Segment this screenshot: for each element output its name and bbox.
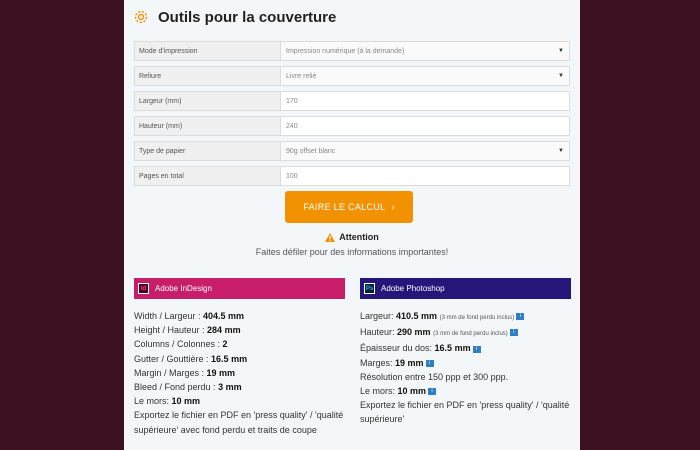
export-instructions: Exportez le fichier en PDF en 'press qua…: [360, 400, 570, 425]
form-label: Hauteur (mm): [135, 117, 281, 135]
form-row-print-mode: Mode d'impression Impression numérique (…: [134, 41, 570, 61]
spec-line: Résolution entre 150 ppp et 300 ppp.: [360, 370, 571, 384]
form-label: Pages en total: [135, 167, 281, 185]
spec-line: Épaisseur du dos: 16.5 mm i: [360, 341, 571, 355]
spec-line: Le mors: 10 mm i: [360, 384, 571, 398]
spec-line: Margin / Marges : 19 mm: [134, 366, 345, 380]
cover-tools-panel: Outils pour la couverture Mode d'impress…: [124, 0, 580, 450]
indesign-icon: Id: [138, 283, 149, 294]
export-instructions: Exportez le fichier en PDF en 'press qua…: [134, 410, 344, 435]
spec-line: Width / Largeur : 404.5 mm: [134, 309, 345, 323]
info-icon[interactable]: i: [516, 313, 525, 321]
spec-label: Height / Hauteur :: [134, 325, 208, 336]
form-row-pages: Pages en total 100: [134, 166, 570, 186]
spec-label: Largeur:: [360, 311, 397, 321]
print-mode-select[interactable]: Impression numérique (à la demande) ▼: [281, 42, 569, 60]
spec-label: Épaisseur du dos:: [360, 343, 435, 354]
form-label: Mode d'impression: [135, 42, 281, 60]
indesign-card-header: Id Adobe InDesign: [134, 278, 345, 299]
spec-note: (3 mm de fond perdu inclus): [439, 315, 515, 321]
form-label: Type de papier: [135, 142, 281, 160]
photoshop-card-header: Ps Adobe Photoshop: [360, 278, 571, 299]
select-value: 90g offset blanc: [286, 147, 336, 155]
spec-line: Bleed / Fond perdu : 3 mm: [134, 380, 345, 394]
warning-icon: [325, 232, 336, 242]
info-icon[interactable]: i: [428, 388, 437, 396]
spec-line: Gutter / Gouttière : 16.5 mm: [134, 352, 345, 366]
caret-down-icon: ▼: [558, 148, 564, 154]
form-label: Reliure: [135, 67, 281, 85]
caret-down-icon: ▼: [558, 73, 564, 79]
warning-title: Attention: [339, 232, 379, 242]
photoshop-title: Adobe Photoshop: [381, 284, 445, 293]
spec-value: 10 mm: [171, 396, 201, 407]
spec-value: 16.5 mm: [434, 343, 471, 354]
cover-form: Mode d'impression Impression numérique (…: [134, 41, 570, 191]
spec-value: 284 mm: [207, 325, 241, 336]
spec-value: 410.5 mm: [396, 311, 438, 321]
spec-value: 2: [222, 339, 228, 350]
form-row-paper-type: Type de papier 90g offset blanc ▼: [134, 141, 570, 161]
spec-line: Height / Hauteur : 284 mm: [134, 323, 345, 337]
binding-select[interactable]: Livre relié ▼: [281, 67, 569, 85]
spec-label: Hauteur:: [360, 327, 398, 338]
info-icon[interactable]: i: [425, 359, 434, 367]
spec-label: Margin / Marges :: [134, 367, 207, 378]
spec-label: Marges:: [360, 357, 396, 368]
spec-line: Le mors: 10 mm: [134, 394, 345, 408]
spec-value: 404.5 mm: [203, 311, 245, 321]
indesign-title: Adobe InDesign: [155, 284, 212, 293]
chevron-right-icon: ›: [391, 202, 395, 212]
caret-down-icon: ▼: [558, 48, 564, 54]
spec-label: Gutter / Gouttière :: [134, 353, 212, 364]
indesign-card: Id Adobe InDesign Width / Largeur : 404.…: [134, 278, 345, 437]
info-icon[interactable]: i: [509, 329, 518, 337]
header: Outils pour la couverture: [132, 8, 336, 26]
warning-text: Faites défiler pour des informations imp…: [255, 247, 449, 257]
gear-icon: [132, 8, 150, 26]
paper-type-select[interactable]: 90g offset blanc ▼: [281, 142, 569, 160]
spec-label: Le mors:: [360, 386, 398, 397]
page-title: Outils pour la couverture: [158, 8, 337, 26]
spec-line: Hauteur: 290 mm (3 mm de fond perdu incl…: [360, 325, 571, 341]
select-value: Livre relié: [286, 72, 317, 80]
photoshop-card: Ps Adobe Photoshop Largeur: 410.5 mm (3 …: [360, 278, 571, 427]
form-row-height: Hauteur (mm) 240: [134, 116, 570, 136]
spec-label: Columns / Colonnes :: [134, 339, 223, 350]
spec-value: 19 mm: [206, 367, 236, 378]
select-value: Impression numérique (à la demande): [286, 47, 405, 55]
spec-value: 10 mm: [397, 386, 427, 397]
form-row-width: Largeur (mm) 170: [134, 91, 570, 111]
photoshop-specs: Largeur: 410.5 mm (3 mm de fond perdu in…: [360, 309, 571, 427]
spec-note: (3 mm de fond perdu inclus): [433, 331, 508, 338]
spec-label: Bleed / Fond perdu :: [134, 382, 219, 393]
calculate-button-label: FAIRE LE CALCUL: [303, 202, 386, 212]
spec-value: 16.5 mm: [211, 353, 248, 364]
spec-value: 19 mm: [395, 357, 424, 368]
spec-line: Largeur: 410.5 mm (3 mm de fond perdu in…: [360, 309, 571, 325]
pages-input[interactable]: 100: [281, 167, 569, 185]
height-input[interactable]: 240: [281, 117, 569, 135]
width-input[interactable]: 170: [281, 92, 569, 110]
indesign-specs: Width / Largeur : 404.5 mm Height / Haut…: [134, 309, 345, 437]
spec-line: Marges: 19 mm i: [360, 356, 571, 370]
spec-line: Columns / Colonnes : 2: [134, 337, 345, 351]
form-label: Largeur (mm): [135, 92, 281, 110]
spec-value: 290 mm: [397, 327, 431, 338]
form-row-binding: Reliure Livre relié ▼: [134, 66, 570, 86]
spec-value: 3 mm: [218, 382, 242, 393]
photoshop-icon: Ps: [364, 283, 375, 294]
spec-label: Le mors:: [134, 396, 172, 407]
spec-label: Résolution entre 150 ppp et 300 ppp.: [360, 371, 509, 382]
warning-title-row: Attention: [124, 232, 580, 242]
calculate-button[interactable]: FAIRE LE CALCUL ›: [285, 191, 413, 223]
spec-label: Width / Largeur :: [134, 311, 204, 321]
info-icon[interactable]: i: [472, 345, 481, 353]
